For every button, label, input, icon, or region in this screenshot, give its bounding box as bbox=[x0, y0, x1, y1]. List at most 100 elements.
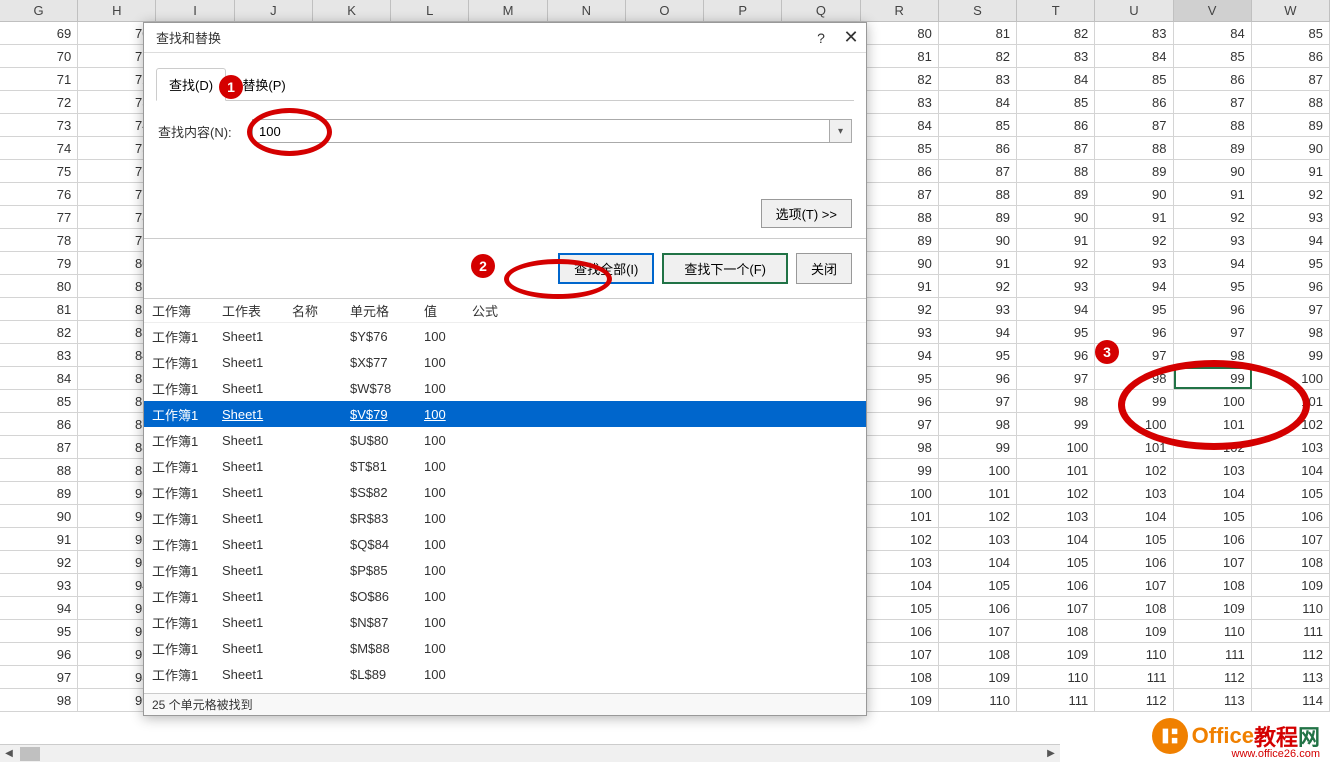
cell[interactable]: 87 bbox=[1174, 91, 1252, 113]
cell[interactable]: 93 bbox=[1174, 229, 1252, 251]
cell[interactable]: 76 bbox=[0, 183, 78, 205]
cell[interactable]: 99 bbox=[861, 459, 939, 481]
cell[interactable]: 97 bbox=[1174, 321, 1252, 343]
cell[interactable]: 98 bbox=[1017, 390, 1095, 412]
find-all-button[interactable]: 查找全部(I) bbox=[558, 253, 654, 284]
cell[interactable]: 71 bbox=[0, 68, 78, 90]
cell[interactable]: 105 bbox=[939, 574, 1017, 596]
result-row[interactable]: 工作簿1Sheet1$L$89100 bbox=[144, 661, 866, 685]
cell[interactable]: 94 bbox=[1174, 252, 1252, 274]
cell[interactable]: 99 bbox=[939, 436, 1017, 458]
cell[interactable]: 101 bbox=[1174, 413, 1252, 435]
cell[interactable]: 72 bbox=[0, 91, 78, 113]
cell[interactable]: 91 bbox=[0, 528, 78, 550]
cell[interactable]: 91 bbox=[1095, 206, 1173, 228]
cell[interactable]: 93 bbox=[1017, 275, 1095, 297]
cell[interactable]: 83 bbox=[939, 68, 1017, 90]
cell[interactable]: 105 bbox=[1174, 505, 1252, 527]
close-button[interactable]: 关闭 bbox=[796, 253, 852, 284]
find-dropdown-button[interactable]: ▾ bbox=[830, 119, 852, 143]
result-row[interactable]: 工作簿1Sheet1$W$78100 bbox=[144, 375, 866, 401]
cell[interactable]: 102 bbox=[939, 505, 1017, 527]
dialog-close-button[interactable]: ✕ bbox=[836, 27, 866, 48]
cell[interactable]: 86 bbox=[1174, 68, 1252, 90]
result-row[interactable]: 工作簿1Sheet1$N$87100 bbox=[144, 609, 866, 635]
column-header-T[interactable]: T bbox=[1017, 0, 1095, 21]
cell[interactable]: 101 bbox=[1095, 436, 1173, 458]
cell[interactable]: 107 bbox=[939, 620, 1017, 642]
cell[interactable]: 88 bbox=[1252, 91, 1330, 113]
cell[interactable]: 100 bbox=[1174, 390, 1252, 412]
cell[interactable]: 103 bbox=[939, 528, 1017, 550]
results-header-value[interactable]: 值 bbox=[424, 301, 472, 320]
result-row[interactable]: 工作簿1Sheet1$T$81100 bbox=[144, 453, 866, 479]
cell[interactable]: 85 bbox=[1095, 68, 1173, 90]
cell[interactable]: 87 bbox=[939, 160, 1017, 182]
cell[interactable]: 89 bbox=[1252, 114, 1330, 136]
results-header-formula[interactable]: 公式 bbox=[472, 301, 520, 320]
result-row[interactable]: 工作簿1Sheet1$U$80100 bbox=[144, 427, 866, 453]
column-header-K[interactable]: K bbox=[313, 0, 391, 21]
cell[interactable]: 87 bbox=[1017, 137, 1095, 159]
cell[interactable]: 97 bbox=[0, 666, 78, 688]
cell[interactable]: 102 bbox=[1017, 482, 1095, 504]
cell[interactable]: 106 bbox=[1252, 505, 1330, 527]
cell[interactable]: 107 bbox=[1174, 551, 1252, 573]
cell[interactable]: 101 bbox=[861, 505, 939, 527]
cell[interactable]: 87 bbox=[1252, 68, 1330, 90]
cell[interactable]: 92 bbox=[939, 275, 1017, 297]
cell[interactable]: 108 bbox=[1252, 551, 1330, 573]
cell[interactable]: 107 bbox=[1095, 574, 1173, 596]
cell[interactable]: 90 bbox=[1174, 160, 1252, 182]
column-header-G[interactable]: G bbox=[0, 0, 78, 21]
column-header-H[interactable]: H bbox=[78, 0, 156, 21]
cell[interactable]: 93 bbox=[939, 298, 1017, 320]
results-list[interactable]: 工作簿1Sheet1$Y$76100工作簿1Sheet1$X$77100工作簿1… bbox=[144, 323, 866, 685]
cell[interactable]: 98 bbox=[939, 413, 1017, 435]
cell[interactable]: 80 bbox=[861, 22, 939, 44]
cell[interactable]: 101 bbox=[1017, 459, 1095, 481]
cell[interactable]: 86 bbox=[939, 137, 1017, 159]
cell[interactable]: 91 bbox=[1252, 160, 1330, 182]
scroll-left-icon[interactable]: ◀ bbox=[0, 745, 18, 762]
cell[interactable]: 91 bbox=[1017, 229, 1095, 251]
cell[interactable]: 88 bbox=[1017, 160, 1095, 182]
cell[interactable]: 85 bbox=[0, 390, 78, 412]
cell[interactable]: 96 bbox=[1252, 275, 1330, 297]
cell[interactable]: 110 bbox=[1017, 666, 1095, 688]
find-input[interactable] bbox=[252, 119, 830, 143]
cell[interactable]: 104 bbox=[1252, 459, 1330, 481]
cell[interactable]: 101 bbox=[939, 482, 1017, 504]
cell[interactable]: 95 bbox=[1252, 252, 1330, 274]
cell[interactable]: 100 bbox=[861, 482, 939, 504]
cell[interactable]: 107 bbox=[1252, 528, 1330, 550]
cell[interactable]: 81 bbox=[0, 298, 78, 320]
cell[interactable]: 110 bbox=[1252, 597, 1330, 619]
cell[interactable]: 77 bbox=[0, 206, 78, 228]
cell[interactable]: 111 bbox=[1095, 666, 1173, 688]
cell[interactable]: 110 bbox=[939, 689, 1017, 711]
cell[interactable]: 105 bbox=[1017, 551, 1095, 573]
cell[interactable]: 104 bbox=[1174, 482, 1252, 504]
cell[interactable]: 96 bbox=[1174, 298, 1252, 320]
cell[interactable]: 92 bbox=[1174, 206, 1252, 228]
cell[interactable]: 85 bbox=[861, 137, 939, 159]
column-header-P[interactable]: P bbox=[704, 0, 782, 21]
cell[interactable]: 103 bbox=[1252, 436, 1330, 458]
cell[interactable]: 111 bbox=[1174, 643, 1252, 665]
cell[interactable]: 104 bbox=[939, 551, 1017, 573]
cell[interactable]: 89 bbox=[1095, 160, 1173, 182]
cell[interactable]: 85 bbox=[1174, 45, 1252, 67]
cell[interactable]: 90 bbox=[0, 505, 78, 527]
cell[interactable]: 98 bbox=[1095, 367, 1173, 389]
cell[interactable]: 112 bbox=[1252, 643, 1330, 665]
cell[interactable]: 108 bbox=[1017, 620, 1095, 642]
cell[interactable]: 113 bbox=[1174, 689, 1252, 711]
cell[interactable]: 83 bbox=[861, 91, 939, 113]
cell[interactable]: 82 bbox=[0, 321, 78, 343]
cell[interactable]: 107 bbox=[1017, 597, 1095, 619]
result-row[interactable]: 工作簿1Sheet1$O$86100 bbox=[144, 583, 866, 609]
cell[interactable]: 84 bbox=[0, 367, 78, 389]
cell[interactable]: 90 bbox=[1017, 206, 1095, 228]
cell[interactable]: 85 bbox=[1017, 91, 1095, 113]
